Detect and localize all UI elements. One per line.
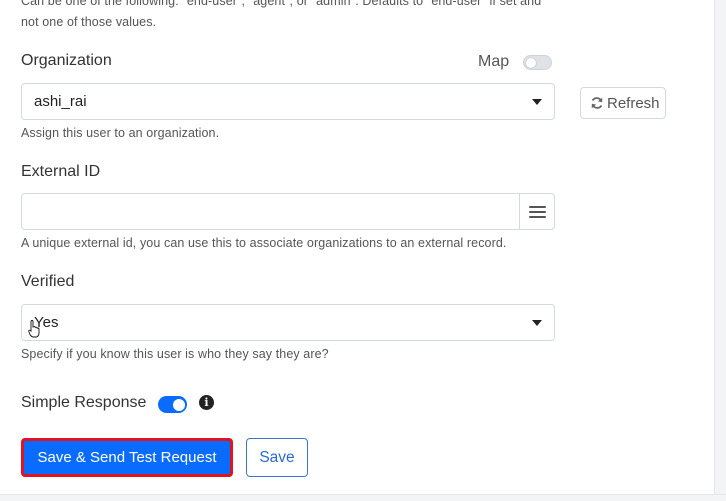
refresh-button[interactable]: Refresh bbox=[580, 87, 666, 119]
external-id-input[interactable] bbox=[21, 193, 520, 230]
user-role-help-line-1: Can be one of the following: "end-user",… bbox=[21, 0, 542, 8]
organization-label: Organization bbox=[21, 52, 112, 69]
external-id-label: External ID bbox=[21, 163, 101, 180]
save-button[interactable]: Save bbox=[246, 438, 308, 477]
simple-response-label: Simple Response bbox=[21, 394, 147, 411]
info-icon[interactable]: i bbox=[199, 395, 214, 410]
map-toggle-knob bbox=[526, 57, 536, 68]
refresh-icon bbox=[590, 96, 604, 114]
verified-label: Verified bbox=[21, 273, 75, 290]
caret-down-icon bbox=[532, 320, 542, 326]
field-menu-button[interactable] bbox=[519, 193, 555, 230]
refresh-label: Refresh bbox=[607, 95, 660, 112]
organization-select[interactable]: ashi_rai bbox=[21, 83, 555, 120]
hand-cursor-icon bbox=[28, 320, 40, 343]
map-label: Map bbox=[478, 53, 510, 70]
external-id-help: A unique external id, you can use this t… bbox=[21, 236, 507, 250]
scrollbar-track[interactable] bbox=[714, 0, 726, 500]
caret-down-icon bbox=[532, 99, 542, 105]
organization-value: ashi_rai bbox=[34, 93, 87, 110]
save-and-send-test-request-button[interactable]: Save & Send Test Request bbox=[21, 438, 233, 477]
map-toggle[interactable] bbox=[523, 55, 552, 70]
user-role-help-line-2: not one of those values. bbox=[21, 15, 157, 29]
organization-help: Assign this user to an organization. bbox=[21, 126, 220, 140]
verified-help: Specify if you know this user is who the… bbox=[21, 347, 329, 361]
verified-select[interactable]: Yes bbox=[21, 304, 555, 341]
hamburger-icon bbox=[529, 206, 546, 208]
simple-response-toggle[interactable] bbox=[158, 396, 187, 413]
simple-response-toggle-knob bbox=[172, 398, 185, 411]
